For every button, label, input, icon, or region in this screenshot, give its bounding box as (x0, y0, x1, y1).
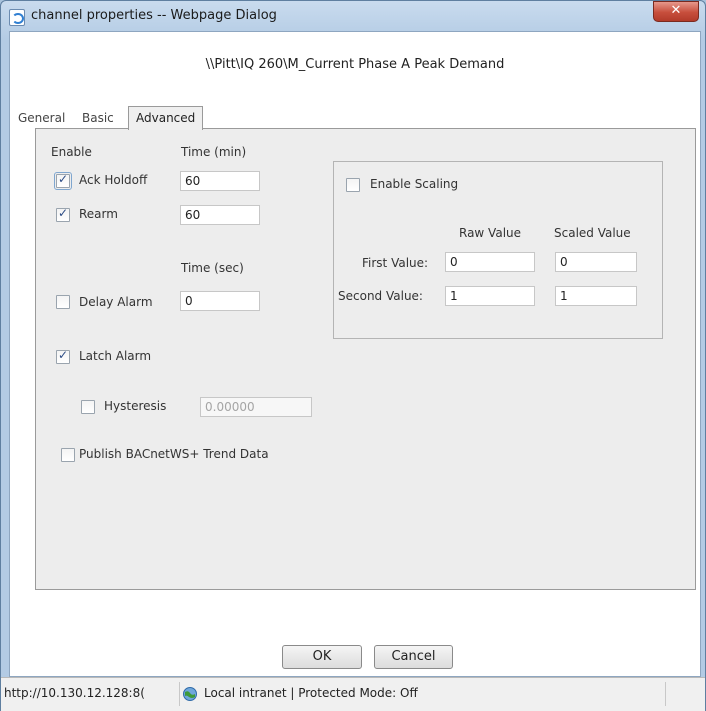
ack-holdoff-label: Ack Holdoff (79, 173, 148, 187)
first-raw-input[interactable] (445, 252, 535, 272)
delay-alarm-checkbox[interactable] (56, 295, 70, 309)
first-value-label: First Value: (362, 256, 429, 270)
tab-general[interactable]: General (16, 108, 67, 128)
title-bar[interactable]: channel properties -- Webpage Dialog ✕ (1, 1, 705, 31)
window-title: channel properties -- Webpage Dialog (31, 8, 277, 23)
ack-holdoff-input[interactable] (180, 171, 260, 191)
advanced-panel: Enable Time (min) Ack Holdoff Rearm Time… (35, 128, 696, 590)
ack-holdoff-checkbox[interactable] (54, 172, 72, 190)
channel-path: \\Pitt\IQ 260\M_Current Phase A Peak Dem… (205, 57, 505, 72)
publish-trend-label: Publish BACnetWS+ Trend Data (79, 447, 269, 461)
first-scaled-input[interactable] (555, 252, 637, 272)
delay-alarm-input[interactable] (180, 291, 260, 311)
status-divider (179, 682, 180, 706)
raw-value-header: Raw Value (459, 226, 522, 240)
enable-scaling-label: Enable Scaling (370, 177, 459, 191)
enable-header: Enable (51, 145, 92, 159)
time-min-header: Time (min) (181, 145, 247, 159)
dialog-window: channel properties -- Webpage Dialog ✕ \… (0, 0, 706, 711)
hysteresis-input[interactable] (200, 397, 312, 417)
scaled-value-header: Scaled Value (554, 226, 631, 240)
latch-alarm-label: Latch Alarm (79, 349, 152, 363)
ie-page-icon (9, 9, 25, 26)
hysteresis-label: Hysteresis (104, 399, 167, 413)
second-scaled-input[interactable] (555, 286, 637, 306)
time-sec-header: Time (sec) (181, 261, 244, 275)
hysteresis-checkbox[interactable] (81, 400, 95, 414)
rearm-checkbox[interactable] (56, 206, 70, 222)
delay-alarm-label: Delay Alarm (79, 295, 153, 309)
enable-scaling-checkbox[interactable] (346, 178, 360, 192)
second-value-label: Second Value: (338, 289, 423, 303)
publish-trend-checkbox[interactable] (61, 448, 75, 462)
ok-button[interactable]: OK (282, 645, 362, 669)
latch-alarm-checkbox[interactable] (56, 348, 70, 364)
status-url: http://10.130.12.128:8( (4, 686, 145, 700)
close-icon: ✕ (670, 3, 682, 18)
tab-basic[interactable]: Basic (80, 108, 116, 128)
rearm-label: Rearm (79, 207, 118, 221)
tab-advanced[interactable]: Advanced (128, 106, 204, 130)
second-raw-input[interactable] (445, 286, 535, 306)
status-bar: http://10.130.12.128:8( Local intranet |… (1, 677, 705, 711)
status-divider (665, 682, 666, 706)
dialog-content: \\Pitt\IQ 260\M_Current Phase A Peak Dem… (9, 31, 701, 677)
globe-icon (183, 687, 197, 701)
cancel-button[interactable]: Cancel (374, 645, 453, 669)
rearm-input[interactable] (180, 205, 260, 225)
close-button[interactable]: ✕ (653, 1, 699, 22)
security-zone: Local intranet | Protected Mode: Off (204, 686, 418, 700)
scaling-group: Enable Scaling Raw Value Scaled Value Fi… (333, 161, 663, 339)
